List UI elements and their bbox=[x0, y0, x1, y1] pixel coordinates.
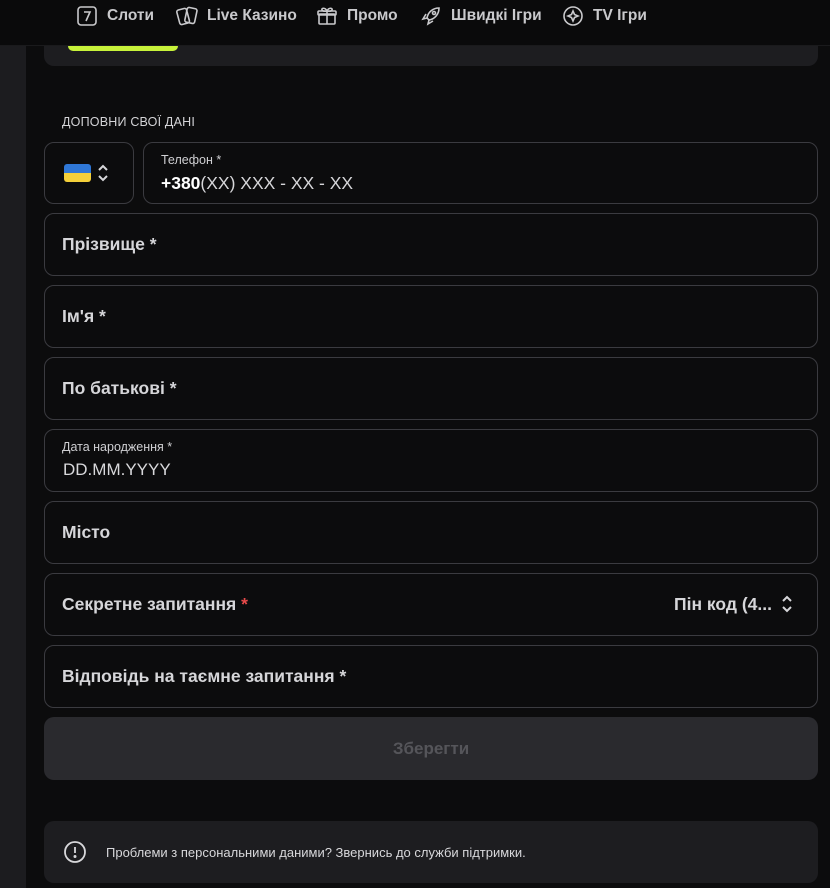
nav-promo[interactable]: Промо bbox=[315, 4, 398, 28]
top-navigation: Слоти Live Казино Промо Швидкі Ігри TV І… bbox=[0, 0, 830, 46]
phone-field[interactable]: Телефон * +380(XX) XXX - XX - XX bbox=[143, 142, 818, 204]
ukraine-flag-icon bbox=[64, 164, 91, 182]
tv-sparkle-icon bbox=[563, 6, 583, 26]
cards-icon bbox=[176, 6, 198, 26]
nav-tv-games-label: TV Ігри bbox=[593, 7, 647, 24]
info-icon bbox=[64, 841, 86, 863]
nav-live-casino[interactable]: Live Казино bbox=[175, 4, 297, 28]
secret-question-value: Пін код (4... bbox=[674, 594, 772, 614]
required-asterisk: * bbox=[241, 594, 248, 614]
chevron-up-down-icon bbox=[781, 595, 793, 613]
birth-date-label: Дата народження * bbox=[62, 440, 173, 454]
slot-seven-icon bbox=[77, 6, 97, 26]
phone-placeholder: (XX) XXX - XX - XX bbox=[200, 173, 354, 193]
secret-answer-placeholder: Відповідь на таємне запитання * bbox=[62, 666, 347, 686]
phone-value: +380(XX) XXX - XX - XX bbox=[161, 173, 353, 194]
nav-fast-games-label: Швидкі Ігри bbox=[451, 7, 542, 24]
surname-placeholder: Прізвище * bbox=[62, 234, 157, 254]
secret-question-select[interactable]: Секретне запитання * Пін код (4... bbox=[44, 573, 818, 636]
secret-question-label: Секретне запитання * bbox=[62, 594, 248, 614]
chevron-up-down-icon bbox=[97, 164, 109, 182]
patronymic-field[interactable]: По батькові * bbox=[44, 357, 818, 420]
patronymic-placeholder: По батькові * bbox=[62, 378, 177, 398]
nav-promo-label: Промо bbox=[347, 7, 398, 24]
section-heading: ДОПОВНИ СВОЇ ДАНІ bbox=[62, 115, 196, 129]
left-sidebar-strip bbox=[0, 46, 26, 888]
city-field[interactable]: Місто bbox=[44, 501, 818, 564]
nav-slots[interactable]: Слоти bbox=[75, 4, 154, 28]
nav-tv-games[interactable]: TV Ігри bbox=[561, 4, 647, 28]
phone-label: Телефон * bbox=[161, 153, 222, 167]
birth-date-value: DD.MM.YYYY bbox=[63, 460, 171, 479]
gift-icon bbox=[317, 7, 337, 25]
first-name-field[interactable]: Ім'я * bbox=[44, 285, 818, 348]
info-text: Проблеми з персональними даними? Звернис… bbox=[106, 845, 526, 860]
country-selector[interactable] bbox=[44, 142, 134, 204]
nav-slots-label: Слоти bbox=[107, 7, 155, 24]
save-button[interactable]: Зберегти bbox=[44, 717, 818, 780]
phone-prefix: +380 bbox=[161, 173, 201, 193]
secret-answer-field[interactable]: Відповідь на таємне запитання * bbox=[44, 645, 818, 708]
nav-live-casino-label: Live Казино bbox=[207, 7, 297, 24]
info-banner: Проблеми з персональними даними? Звернис… bbox=[44, 821, 818, 883]
city-placeholder: Місто bbox=[62, 522, 111, 542]
first-name-placeholder: Ім'я * bbox=[62, 306, 106, 326]
nav-fast-games[interactable]: Швидкі Ігри bbox=[419, 4, 542, 28]
top-card-accent-button[interactable] bbox=[68, 46, 178, 51]
rocket-icon bbox=[421, 7, 440, 26]
birth-date-field[interactable]: Дата народження * DD.MM.YYYY bbox=[44, 429, 818, 492]
surname-field[interactable]: Прізвище * bbox=[44, 213, 818, 276]
